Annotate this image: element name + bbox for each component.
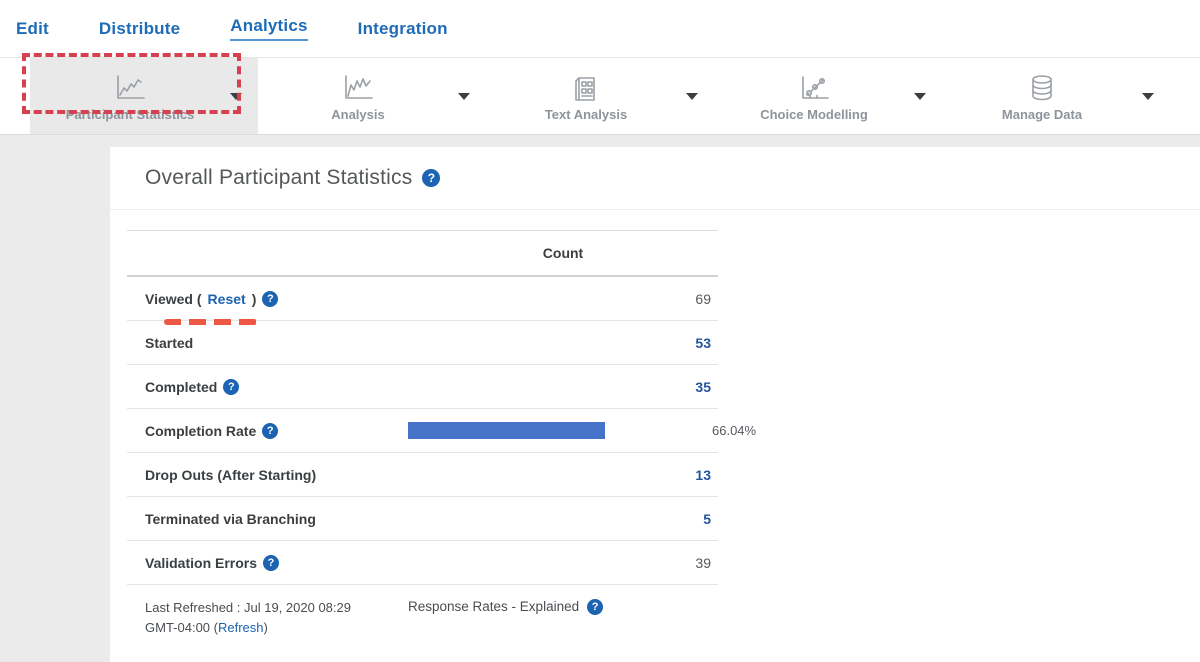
toolbar-manage-data[interactable]: Manage Data bbox=[942, 58, 1170, 134]
row-value: 53 bbox=[408, 335, 718, 351]
reset-link[interactable]: Reset bbox=[208, 291, 246, 307]
database-icon bbox=[1023, 74, 1061, 102]
help-icon[interactable]: ? bbox=[223, 379, 239, 395]
table-row-completed: Completed ? 35 bbox=[127, 365, 718, 409]
top-nav: Edit Distribute Analytics Integration bbox=[0, 0, 1200, 57]
nav-item-edit[interactable]: Edit bbox=[16, 19, 49, 39]
last-refreshed-text: Last Refreshed : Jul 19, 2020 08:29 GMT-… bbox=[127, 598, 408, 638]
analytics-toolbar: Participant Statistics Analysis bbox=[0, 57, 1200, 135]
help-icon[interactable]: ? bbox=[422, 169, 440, 187]
toolbar-item-label: Manage Data bbox=[1002, 107, 1082, 122]
toolbar-item-label: Analysis bbox=[331, 107, 384, 122]
chevron-down-icon[interactable] bbox=[1142, 93, 1154, 100]
toolbar-text-analysis[interactable]: Text Analysis bbox=[486, 58, 714, 134]
nav-item-distribute[interactable]: Distribute bbox=[99, 19, 180, 39]
toolbar-analysis[interactable]: Analysis bbox=[258, 58, 486, 134]
table-row-viewed: Viewed ( Reset ) ? 69 bbox=[127, 277, 718, 321]
row-label: Completion Rate bbox=[145, 423, 256, 439]
help-icon[interactable]: ? bbox=[263, 555, 279, 571]
nav-item-integration[interactable]: Integration bbox=[358, 19, 448, 39]
table-row-drop-outs: Drop Outs (After Starting) 13 bbox=[127, 453, 718, 497]
toolbar-item-label: Choice Modelling bbox=[760, 107, 868, 122]
row-value: 13 bbox=[408, 467, 718, 483]
table-row-terminated: Terminated via Branching 5 bbox=[127, 497, 718, 541]
scatter-chart-icon bbox=[795, 74, 833, 102]
line-chart-icon bbox=[111, 74, 149, 102]
content-area: Overall Participant Statistics ? Count V… bbox=[0, 135, 1200, 662]
count-column-header: Count bbox=[408, 245, 718, 261]
table-row-validation-errors: Validation Errors ? 39 bbox=[127, 541, 718, 585]
table-header-row: Count bbox=[127, 231, 718, 277]
response-rates-label: Response Rates - Explained bbox=[408, 599, 579, 614]
row-value: 39 bbox=[408, 555, 718, 571]
refresh-link[interactable]: Refresh bbox=[218, 620, 264, 635]
participant-statistics-table: Count Viewed ( Reset ) ? 69 Started 53 C… bbox=[127, 230, 718, 585]
row-value: 35 bbox=[408, 379, 718, 395]
row-value: 5 bbox=[408, 511, 718, 527]
row-label: Viewed ( bbox=[145, 291, 202, 307]
help-icon[interactable]: ? bbox=[587, 599, 603, 615]
chevron-down-icon[interactable] bbox=[686, 93, 698, 100]
document-grid-icon bbox=[567, 74, 605, 102]
row-label: Completed bbox=[145, 379, 217, 395]
row-value: 69 bbox=[408, 291, 718, 307]
completion-bar-fill bbox=[408, 422, 605, 439]
chevron-down-icon[interactable] bbox=[914, 93, 926, 100]
row-label: Validation Errors bbox=[145, 555, 257, 571]
help-icon[interactable]: ? bbox=[262, 423, 278, 439]
statistics-card: Overall Participant Statistics ? Count V… bbox=[110, 147, 1200, 662]
table-row-started: Started 53 bbox=[127, 321, 718, 365]
help-icon[interactable]: ? bbox=[262, 291, 278, 307]
toolbar-item-label: Participant Statistics bbox=[66, 107, 195, 122]
table-row-completion-rate: Completion Rate ? 66.04% bbox=[127, 409, 718, 453]
chevron-down-icon[interactable] bbox=[458, 93, 470, 100]
zigzag-chart-icon bbox=[339, 74, 377, 102]
chevron-down-icon[interactable] bbox=[230, 93, 242, 100]
row-label-suffix: ) bbox=[252, 291, 257, 307]
completion-rate-value: 66.04% bbox=[712, 423, 756, 438]
toolbar-item-label: Text Analysis bbox=[545, 107, 627, 122]
page-title: Overall Participant Statistics bbox=[145, 166, 412, 190]
table-footer: Last Refreshed : Jul 19, 2020 08:29 GMT-… bbox=[127, 598, 718, 638]
nav-item-analytics[interactable]: Analytics bbox=[230, 16, 307, 41]
row-label: Terminated via Branching bbox=[145, 511, 316, 527]
row-label: Drop Outs (After Starting) bbox=[145, 467, 316, 483]
toolbar-participant-statistics[interactable]: Participant Statistics bbox=[30, 58, 258, 134]
red-dashed-underline bbox=[164, 319, 257, 325]
row-label: Started bbox=[145, 335, 193, 351]
completion-rate-bar bbox=[408, 422, 706, 439]
toolbar-choice-modelling[interactable]: Choice Modelling bbox=[714, 58, 942, 134]
